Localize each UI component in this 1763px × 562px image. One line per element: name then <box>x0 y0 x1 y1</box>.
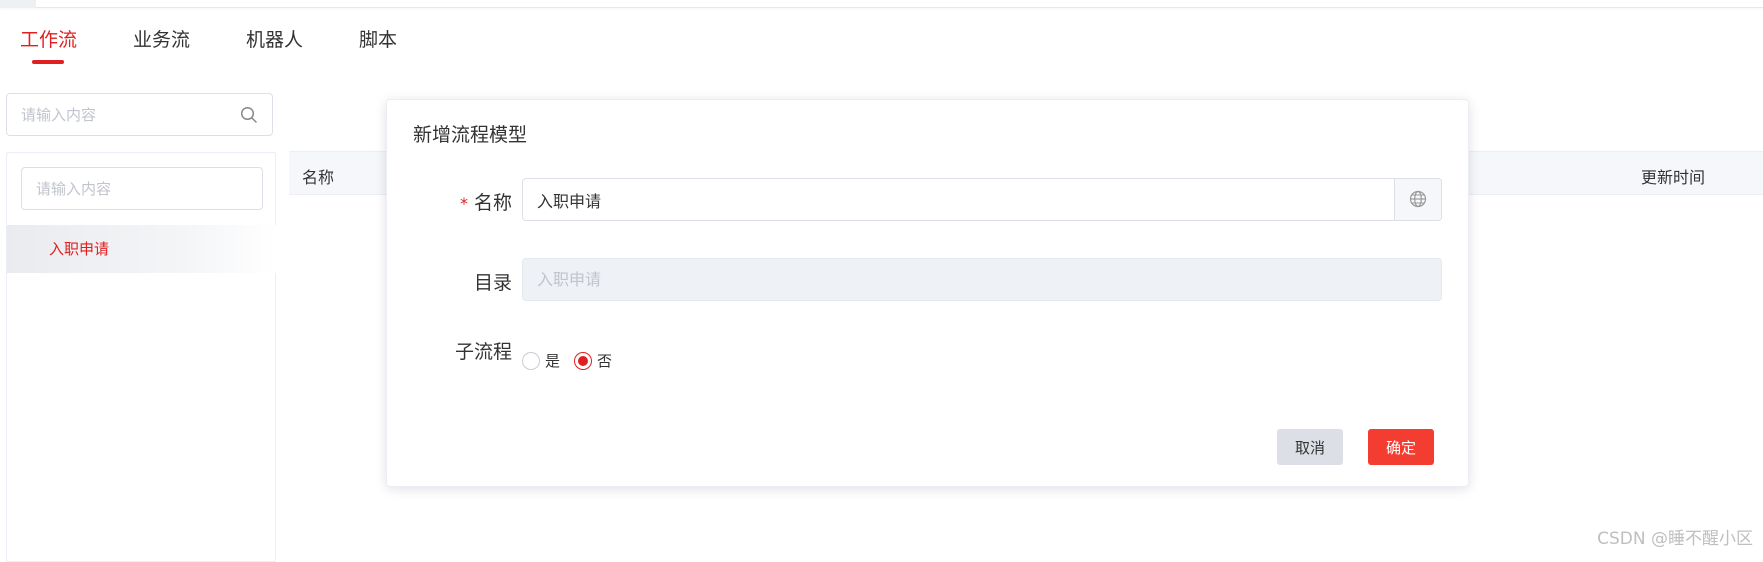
left-search-box <box>6 93 273 136</box>
search-icon[interactable] <box>240 106 258 124</box>
tree-search-box <box>21 167 263 210</box>
tab-robot[interactable]: 机器人 <box>246 26 303 66</box>
cancel-button[interactable]: 取消 <box>1277 429 1343 465</box>
directory-input-box <box>522 258 1442 301</box>
tab-business-flow[interactable]: 业务流 <box>133 26 190 66</box>
i18n-button[interactable] <box>1394 179 1441 220</box>
tab-script[interactable]: 脚本 <box>359 26 397 66</box>
column-header-update-time[interactable]: 更新时间 <box>1641 164 1705 188</box>
left-search-input[interactable] <box>21 94 241 135</box>
directory-field-label: 目录 <box>474 268 512 295</box>
directory-input <box>537 259 1417 300</box>
tab-workflow[interactable]: 工作流 <box>20 26 77 66</box>
tree-search-input[interactable] <box>36 168 256 209</box>
name-label-text: 名称 <box>474 192 512 214</box>
radio-no-label: 否 <box>597 350 612 371</box>
radio-yes[interactable]: 是 <box>522 350 560 371</box>
top-bar <box>0 0 1763 8</box>
top-bar-corner <box>0 0 36 8</box>
globe-icon <box>1409 190 1427 208</box>
name-field-label: * 名称 <box>460 188 512 215</box>
radio-no-circle[interactable] <box>574 352 592 370</box>
subprocess-field-label: 子流程 <box>455 337 512 364</box>
main-tabs: 工作流 业务流 机器人 脚本 <box>20 26 453 66</box>
new-process-model-dialog: 新增流程模型 * 名称 目录 子流程 是 否 取消 确定 <box>386 99 1469 487</box>
tree-item-onboarding[interactable]: 入职申请 <box>7 225 277 273</box>
dialog-title: 新增流程模型 <box>413 120 527 147</box>
required-mark: * <box>460 194 468 213</box>
name-input[interactable] <box>537 179 1397 220</box>
subprocess-radio-group: 是 否 <box>522 350 626 371</box>
radio-yes-label: 是 <box>545 350 560 371</box>
radio-no[interactable]: 否 <box>574 350 612 371</box>
directory-tree-panel: 入职申请 <box>6 152 276 562</box>
confirm-button[interactable]: 确定 <box>1368 429 1434 465</box>
column-header-name[interactable]: 名称 <box>302 164 334 188</box>
name-input-box <box>522 178 1442 221</box>
watermark: CSDN @睡不醒小区 <box>1597 524 1753 549</box>
radio-yes-circle[interactable] <box>522 352 540 370</box>
